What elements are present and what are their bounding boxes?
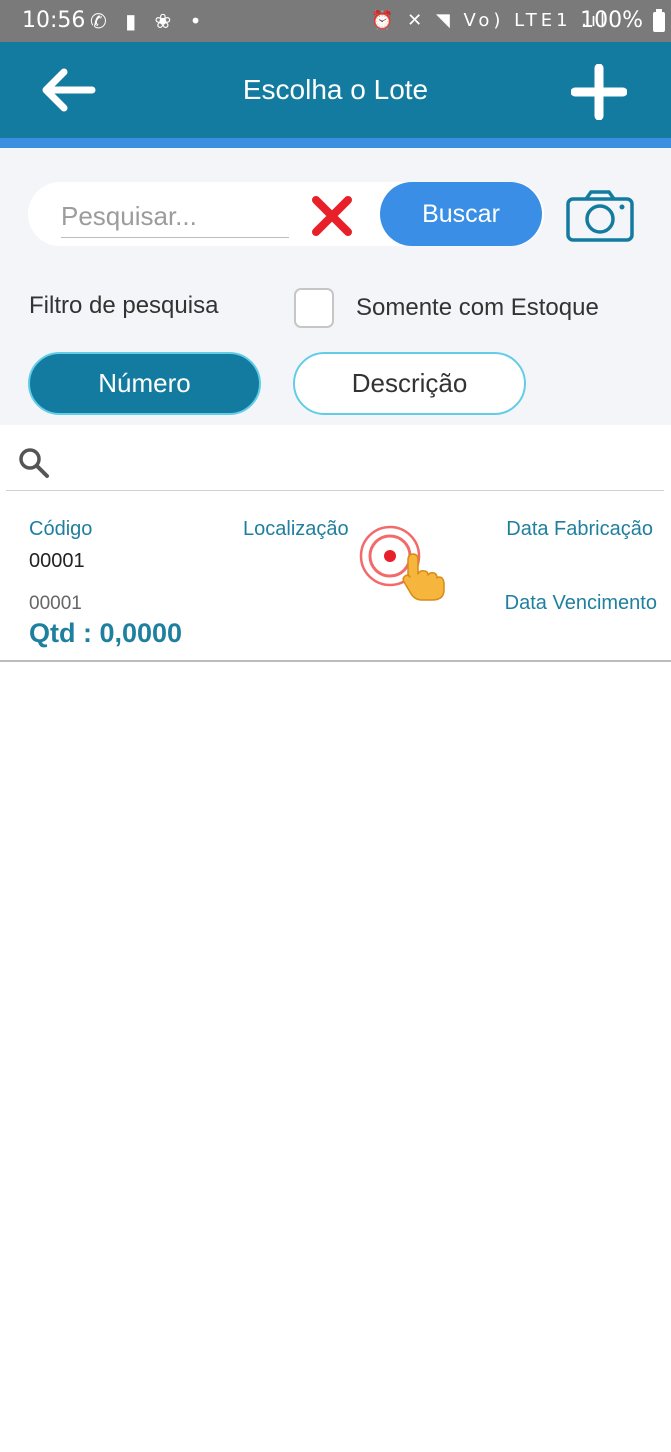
fabricacao-label: Data Fabricação: [506, 518, 653, 540]
plus-icon: [570, 63, 628, 121]
localizacao-label: Localização: [243, 518, 349, 540]
clear-search-button[interactable]: [310, 194, 354, 238]
descricao-value: 00001: [29, 593, 82, 614]
magnifier-icon: [19, 448, 49, 478]
system-status-icons: ⏰ ✕ ◥ Vo) LTE1 .ıl: [371, 10, 609, 31]
filter-tab-descricao[interactable]: Descrição: [293, 352, 526, 415]
app-bar: Escolha o Lote: [0, 42, 671, 138]
list-item[interactable]: Código Localização Data Fabricação 00001…: [0, 492, 671, 662]
battery-icon: [653, 9, 665, 32]
quantity-value: Qtd : 0,0000: [29, 618, 183, 648]
search-bar: Buscar: [28, 182, 544, 246]
status-time: 10:56: [22, 8, 86, 33]
filter-tab-numero[interactable]: Número: [28, 352, 261, 415]
notification-icons: ✆ ▮ ❀ •: [90, 9, 208, 33]
battery-level: 100%: [580, 8, 643, 33]
pointing-hand-icon: [402, 553, 445, 601]
list-filter-bar[interactable]: [6, 425, 664, 491]
camera-icon: [566, 190, 634, 242]
stock-only-checkbox[interactable]: [294, 288, 334, 328]
search-button[interactable]: Buscar: [380, 182, 542, 246]
search-input[interactable]: [61, 196, 289, 238]
codigo-value: 00001: [29, 550, 85, 572]
filter-area: Buscar Filtro de pesquisa Somente com Es…: [0, 148, 671, 425]
vencimento-label: Data Vencimento: [504, 592, 657, 614]
stock-only-label[interactable]: Somente com Estoque: [356, 294, 599, 322]
filter-label: Filtro de pesquisa: [29, 292, 219, 319]
status-bar: 10:56 ✆ ▮ ❀ • ⏰ ✕ ◥ Vo) LTE1 .ıl 100%: [0, 0, 671, 42]
app-bar-divider: [0, 138, 671, 148]
camera-button[interactable]: [566, 190, 634, 242]
close-x-icon: [312, 196, 352, 236]
codigo-label: Código: [29, 518, 93, 540]
add-button[interactable]: [570, 63, 628, 121]
